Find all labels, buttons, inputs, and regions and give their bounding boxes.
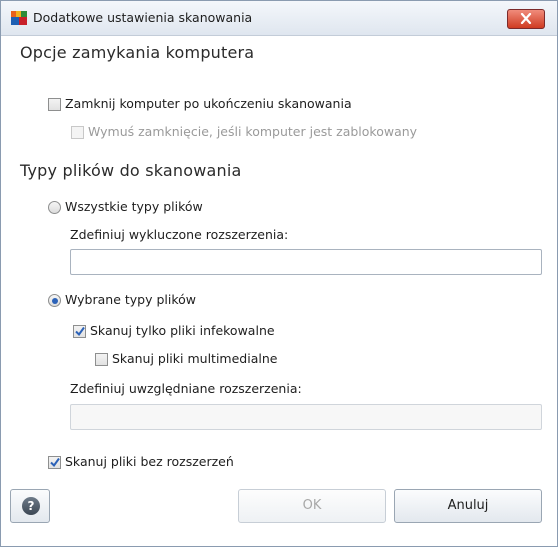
title-bar[interactable]: Dodatkowe ustawienia skanowania (1, 1, 557, 36)
include-extensions-label: Zdefiniuj uwzględniane rozszerzenia: (70, 381, 302, 396)
multimedia-checkbox[interactable] (95, 353, 108, 366)
force-shutdown-checkbox-label[interactable]: Wymuś zamknięcie, jeśli komputer jest za… (88, 124, 417, 139)
exclude-extensions-input[interactable] (71, 250, 541, 274)
radio-selected-dot (51, 297, 58, 304)
close-button[interactable] (507, 9, 545, 29)
exclude-extensions-field[interactable] (70, 249, 542, 275)
infectable-only-checkbox-label[interactable]: Skanuj tylko pliki infekowalne (90, 323, 275, 338)
multimedia-checkbox-label[interactable]: Skanuj pliki multimedialne (112, 351, 277, 366)
force-shutdown-checkbox[interactable] (71, 126, 84, 139)
infectable-only-checkbox[interactable] (73, 325, 86, 338)
include-extensions-field[interactable] (70, 404, 542, 430)
avg-logo-icon (11, 11, 27, 25)
all-types-radio-label[interactable]: Wszystkie typy plików (65, 199, 203, 214)
help-icon: ? (22, 497, 40, 515)
no-extension-checkbox[interactable] (48, 456, 61, 469)
checkmark-icon (50, 457, 60, 468)
window-title: Dodatkowe ustawienia skanowania (33, 10, 253, 25)
all-types-radio[interactable] (48, 201, 61, 214)
no-extension-checkbox-label[interactable]: Skanuj pliki bez rozszerzeń (65, 454, 234, 469)
checkmark-icon (75, 326, 85, 337)
shutdown-checkbox-label[interactable]: Zamknij komputer po ukończeniu skanowani… (65, 96, 352, 111)
shutdown-checkbox[interactable] (48, 98, 61, 111)
cancel-button[interactable]: Anuluj (394, 489, 542, 523)
include-extensions-input[interactable] (71, 405, 541, 429)
selected-types-radio[interactable] (48, 294, 61, 307)
shutdown-section-title: Opcje zamykania komputera (20, 43, 255, 62)
close-icon (520, 13, 532, 24)
file-types-section-title: Typy plików do skanowania (20, 161, 242, 180)
ok-button[interactable]: OK (238, 489, 386, 523)
selected-types-radio-label[interactable]: Wybrane typy plików (65, 292, 196, 307)
exclude-extensions-label: Zdefiniuj wykluczone rozszerzenia: (70, 227, 289, 242)
dialog-window: Dodatkowe ustawienia skanowania Opcje za… (0, 0, 558, 547)
help-button[interactable]: ? (10, 489, 50, 523)
